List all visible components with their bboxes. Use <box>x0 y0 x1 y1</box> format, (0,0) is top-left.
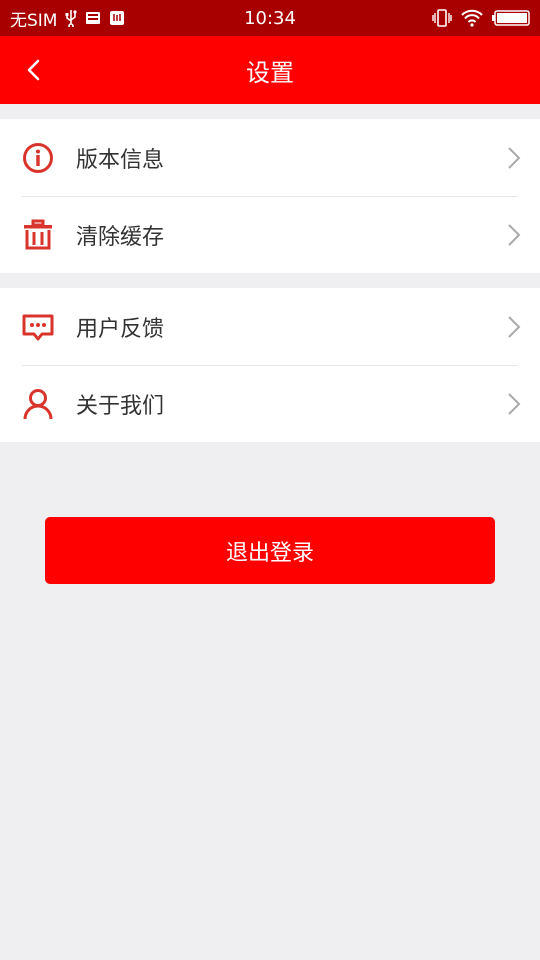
carrier-label: 无SIM <box>10 10 58 31</box>
chevron-right-icon <box>508 223 521 246</box>
page-title: 设置 <box>246 58 294 87</box>
settings-item-label: 用户反馈 <box>76 316 165 342</box>
status-left: 无SIM <box>10 6 125 31</box>
clock: 10:34 <box>244 7 296 29</box>
storage-icon <box>85 10 101 26</box>
settings-item-label: 版本信息 <box>76 147 165 173</box>
wifi-icon <box>460 9 484 27</box>
nav-bar: 设置 <box>0 36 540 104</box>
trash-icon <box>22 219 54 251</box>
settings-item-version-info[interactable]: 版本信息 <box>0 119 540 196</box>
logout-label: 退出登录 <box>225 540 314 566</box>
chevron-right-icon <box>508 315 521 338</box>
chevron-right-icon <box>508 146 521 169</box>
vibrate-icon <box>432 9 452 27</box>
info-icon <box>22 142 54 174</box>
user-icon <box>22 388 54 420</box>
back-button[interactable] <box>14 50 54 90</box>
status-right <box>432 9 530 27</box>
settings-item-user-feedback[interactable]: 用户反馈 <box>0 288 540 365</box>
status-bar: 无SIM 10:34 <box>0 0 540 36</box>
chevron-left-icon <box>27 59 40 81</box>
settings-item-label: 关于我们 <box>76 393 165 419</box>
chevron-right-icon <box>508 392 521 415</box>
battery-icon <box>492 10 530 26</box>
settings-item-label: 清除缓存 <box>76 224 165 250</box>
settings-group-1: 版本信息 清除缓存 <box>0 119 540 273</box>
logout-button[interactable]: 退出登录 <box>45 517 495 584</box>
feedback-icon <box>22 311 54 343</box>
settings-item-about-us[interactable]: 关于我们 <box>0 365 540 442</box>
debug-icon <box>109 10 125 26</box>
settings-group-2: 用户反馈 关于我们 <box>0 288 540 442</box>
settings-item-clear-cache[interactable]: 清除缓存 <box>0 196 540 273</box>
usb-icon <box>65 9 78 27</box>
logout-container: 退出登录 <box>0 442 540 584</box>
